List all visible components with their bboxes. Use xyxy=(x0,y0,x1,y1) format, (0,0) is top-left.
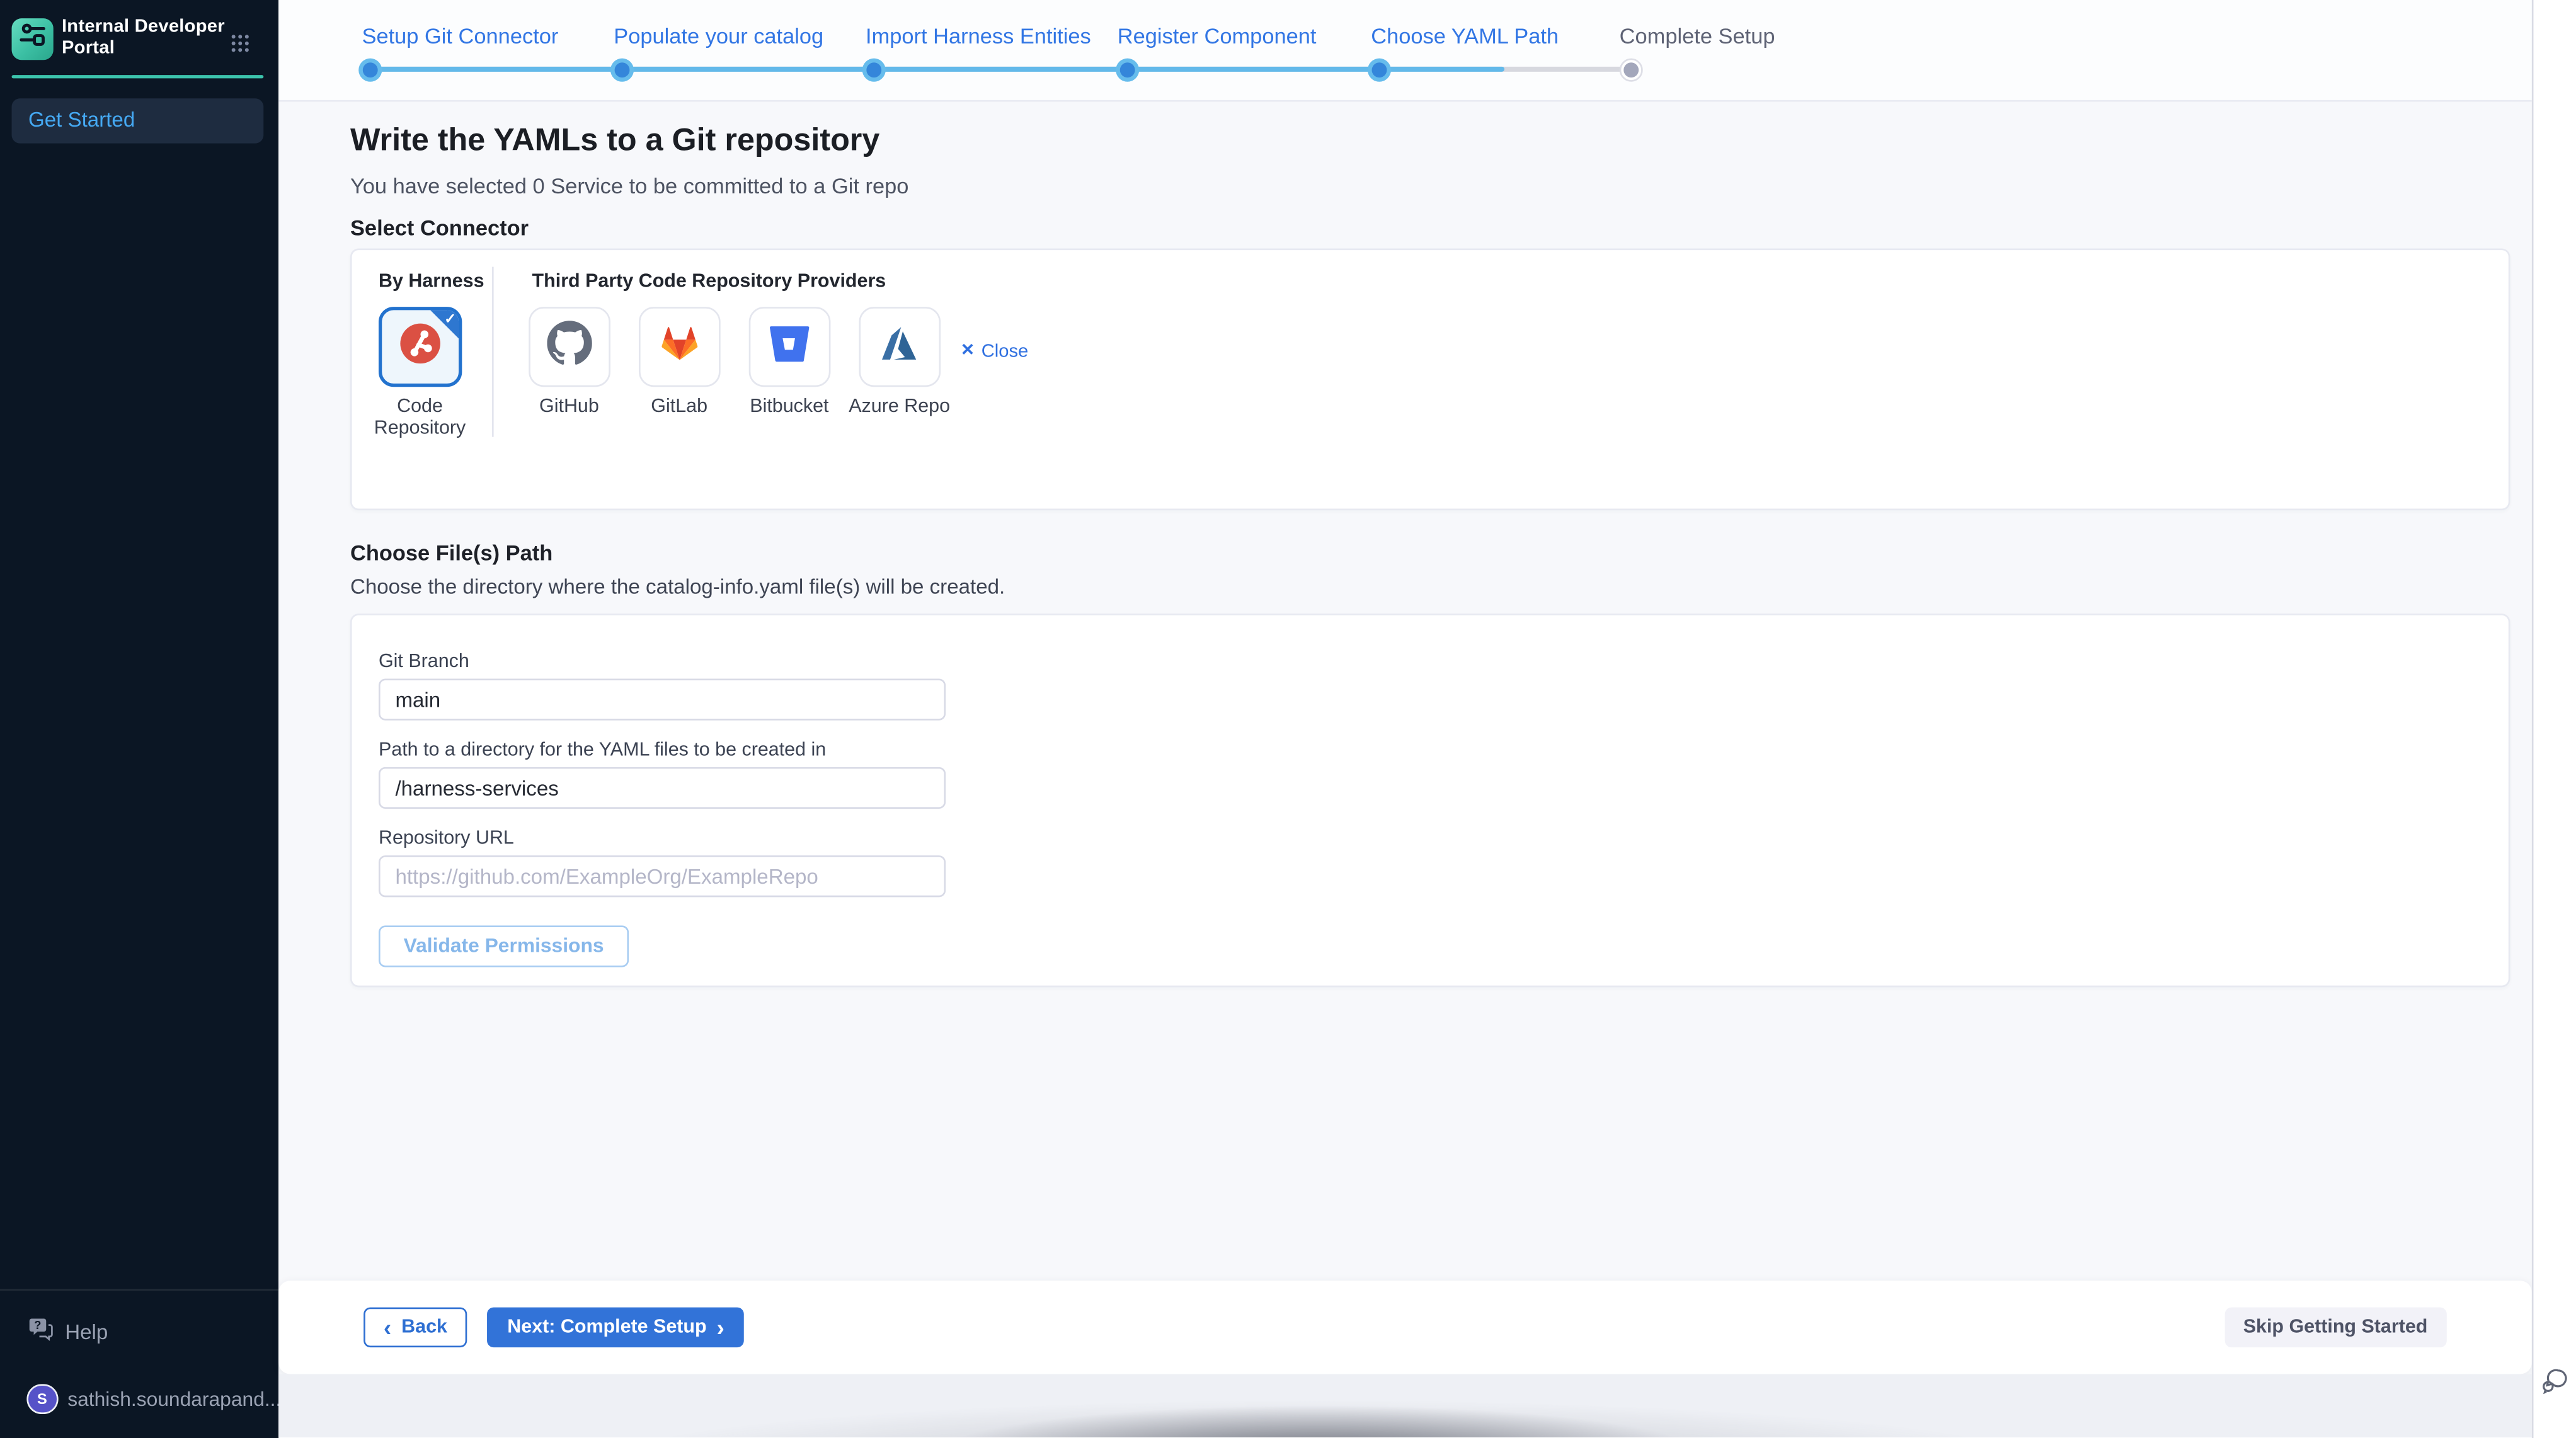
tile-label-gitlab: GitLab xyxy=(626,397,733,418)
apps-grid-icon[interactable] xyxy=(230,31,250,51)
connector-tile-bitbucket[interactable] xyxy=(749,307,830,387)
user-avatar: S xyxy=(26,1383,57,1414)
connector-tile-github[interactable] xyxy=(529,307,609,387)
app-window: Internal Developer Portal Get Started ? … xyxy=(0,0,2576,1438)
repository-url-input[interactable] xyxy=(379,856,946,898)
by-harness-label: By Harness xyxy=(379,271,484,292)
chevron-left-icon: ‹ xyxy=(384,1315,391,1338)
wizard-stepper: Setup Git Connector Populate your catalo… xyxy=(278,0,2531,102)
choose-path-description: Choose the directory where the catalog-i… xyxy=(350,576,1005,599)
github-icon xyxy=(547,321,592,374)
git-branch-label: Git Branch xyxy=(379,651,469,671)
validate-permissions-button[interactable]: Validate Permissions xyxy=(379,925,629,968)
svg-text:?: ? xyxy=(34,1318,41,1331)
main-content: Write the YAMLs to a Git repository You … xyxy=(278,102,2531,1438)
sidebar: Internal Developer Portal Get Started ? … xyxy=(0,0,278,1438)
step-label-setup-git-connector[interactable]: Setup Git Connector xyxy=(362,23,558,49)
file-path-card: Git Branch Path to a directory for the Y… xyxy=(350,613,2510,986)
step-label-complete-setup: Complete Setup xyxy=(1620,23,1775,49)
tile-label-bitbucket: Bitbucket xyxy=(736,397,844,418)
tile-label-azure-repo: Azure Repo xyxy=(845,397,953,418)
skip-getting-started-button[interactable]: Skip Getting Started xyxy=(2225,1308,2446,1347)
connector-tile-gitlab[interactable] xyxy=(639,307,719,387)
chevron-right-icon: › xyxy=(717,1315,724,1338)
step-label-choose-yaml-path[interactable]: Choose YAML Path xyxy=(1371,23,1559,49)
next-complete-setup-button[interactable]: Next: Complete Setup › xyxy=(488,1308,745,1347)
step-dot-1[interactable] xyxy=(358,57,382,81)
tile-label-code-repository: Code Repository xyxy=(366,397,474,439)
support-chat-icon[interactable] xyxy=(2540,1366,2570,1396)
step-label-populate-your-catalog[interactable]: Populate your catalog xyxy=(614,23,823,49)
selected-check-icon: ✓ xyxy=(444,310,456,328)
help-chat-icon: ? xyxy=(28,1316,54,1348)
pipeline-logo-icon xyxy=(18,20,46,57)
wizard-footer: ‹ Back Next: Complete Setup › Skip Getti… xyxy=(278,1281,2531,1374)
connector-card: By Harness Third Party Code Repository P… xyxy=(350,248,2510,510)
right-gutter xyxy=(2531,0,2576,1438)
azure-icon xyxy=(878,321,921,373)
step-dot-3[interactable] xyxy=(863,57,886,81)
repository-url-label: Repository URL xyxy=(379,829,514,849)
third-party-label: Third Party Code Repository Providers xyxy=(532,271,886,292)
back-button[interactable]: ‹ Back xyxy=(364,1308,467,1347)
help-button[interactable]: ? Help xyxy=(28,1317,108,1347)
git-branch-input[interactable] xyxy=(379,679,946,721)
stepper-track-progress xyxy=(370,66,1504,72)
step-dot-5[interactable] xyxy=(1367,57,1390,81)
step-dot-6 xyxy=(1620,57,1643,81)
harness-idp-logo xyxy=(12,18,53,59)
tile-label-github: GitHub xyxy=(515,397,623,418)
help-label: Help xyxy=(65,1321,108,1344)
page-title: Write the YAMLs to a Git repository xyxy=(350,123,879,160)
user-name: sathish.soundarapand... xyxy=(67,1387,281,1410)
group-divider xyxy=(491,267,493,437)
page-subtitle: You have selected 0 Service to be commit… xyxy=(350,174,908,199)
directory-path-input[interactable] xyxy=(379,767,946,809)
choose-path-label: Choose File(s) Path xyxy=(350,540,552,565)
step-label-import-harness-entities[interactable]: Import Harness Entities xyxy=(866,23,1091,49)
close-icon: ✕ xyxy=(961,343,975,360)
directory-path-label: Path to a directory for the YAML files t… xyxy=(379,741,826,761)
step-dot-2[interactable] xyxy=(610,57,634,81)
connector-tile-azure-repo[interactable] xyxy=(859,307,939,387)
user-menu[interactable]: S sathish.soundarapand... xyxy=(26,1383,281,1414)
sidebar-bottom-divider xyxy=(0,1288,278,1290)
select-connector-label: Select Connector xyxy=(350,215,529,241)
gitlab-icon xyxy=(656,321,701,374)
connector-tile-code-repository[interactable]: ✓ xyxy=(378,307,461,387)
sidebar-accent-divider xyxy=(12,74,264,77)
bottom-strip xyxy=(278,1374,2531,1438)
step-label-register-component[interactable]: Register Component xyxy=(1118,23,1317,49)
bitbucket-icon xyxy=(767,321,811,373)
sidebar-item-get-started[interactable]: Get Started xyxy=(12,98,264,142)
step-dot-4[interactable] xyxy=(1115,57,1138,81)
app-title: Internal Developer Portal xyxy=(62,16,225,60)
close-connector-picker[interactable]: ✕ Close xyxy=(961,342,1028,362)
